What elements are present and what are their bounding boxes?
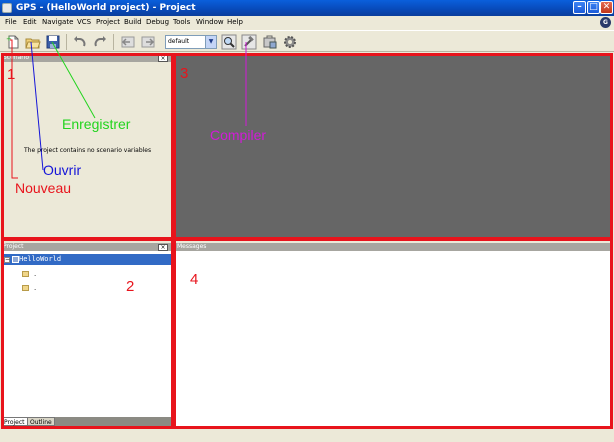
region-number-2: 2 [126, 278, 135, 295]
back-button[interactable] [120, 34, 136, 50]
svg-text:+: + [6, 35, 12, 43]
region-number-4: 4 [190, 271, 199, 288]
menu-debug[interactable]: Debug [146, 18, 169, 26]
gps-logo-icon: G [600, 17, 611, 28]
toolbar-separator [113, 34, 114, 50]
region-frame-3 [173, 53, 613, 240]
compile-hammer-icon [241, 34, 257, 50]
magnifier-icon [221, 34, 237, 50]
close-window-button[interactable]: ✕ [600, 1, 613, 14]
debug-settings-button[interactable] [282, 34, 298, 50]
label-enregistrer: Enregistrer [62, 116, 131, 132]
save-file-button[interactable] [45, 34, 61, 50]
new-file-icon: + [6, 35, 19, 49]
save-disk-icon [46, 35, 60, 49]
undo-icon [74, 36, 86, 47]
maximize-button[interactable]: □ [587, 1, 600, 14]
region-number-3: 3 [180, 65, 189, 82]
arrow-left-icon [121, 36, 135, 48]
minimize-button[interactable]: – [573, 1, 586, 14]
toolbar-separator [66, 34, 67, 50]
open-folder-icon [25, 38, 41, 49]
label-nouveau: Nouveau [15, 180, 72, 196]
menu-project[interactable]: Project [96, 18, 120, 26]
menu-bar: File Edit Navigate VCS Project Build Deb… [0, 16, 614, 29]
build-icon [263, 35, 277, 49]
redo-button[interactable] [92, 34, 108, 50]
menu-navigate[interactable]: Navigate [42, 18, 73, 26]
open-file-button[interactable] [25, 34, 41, 50]
redo-icon [94, 36, 106, 47]
check-syntax-button[interactable] [221, 34, 237, 50]
menu-vcs[interactable]: VCS [77, 18, 91, 26]
new-file-button[interactable]: + [5, 34, 21, 50]
build-mode-value: default [168, 38, 190, 45]
menu-window[interactable]: Window [196, 18, 224, 26]
region-frame-2 [1, 238, 174, 429]
menu-help[interactable]: Help [227, 18, 243, 26]
build-mode-select[interactable]: default ▼ [165, 35, 217, 49]
forward-button[interactable] [140, 34, 156, 50]
gps-app-icon [2, 3, 12, 13]
region-number-1: 1 [7, 66, 16, 83]
label-compiler: Compiler [210, 127, 267, 143]
menu-build[interactable]: Build [124, 18, 142, 26]
gear-icon [284, 36, 296, 48]
undo-button[interactable] [72, 34, 88, 50]
arrow-right-icon [141, 36, 155, 48]
menu-tools[interactable]: Tools [173, 18, 190, 26]
compile-button[interactable] [241, 34, 257, 50]
window-title: GPS - (HelloWorld project) - Project [16, 3, 196, 13]
status-bar [0, 428, 614, 442]
menu-file[interactable]: File [5, 18, 17, 26]
region-frame-1 [1, 53, 174, 240]
label-ouvrir: Ouvrir [43, 162, 82, 178]
chevron-down-icon: ▼ [205, 36, 216, 48]
title-bar: GPS - (HelloWorld project) - Project – □… [0, 0, 614, 16]
main-toolbar: + default ▼ [0, 30, 614, 52]
build-all-button[interactable] [262, 34, 278, 50]
menu-edit[interactable]: Edit [23, 18, 37, 26]
region-frame-4 [173, 238, 613, 429]
